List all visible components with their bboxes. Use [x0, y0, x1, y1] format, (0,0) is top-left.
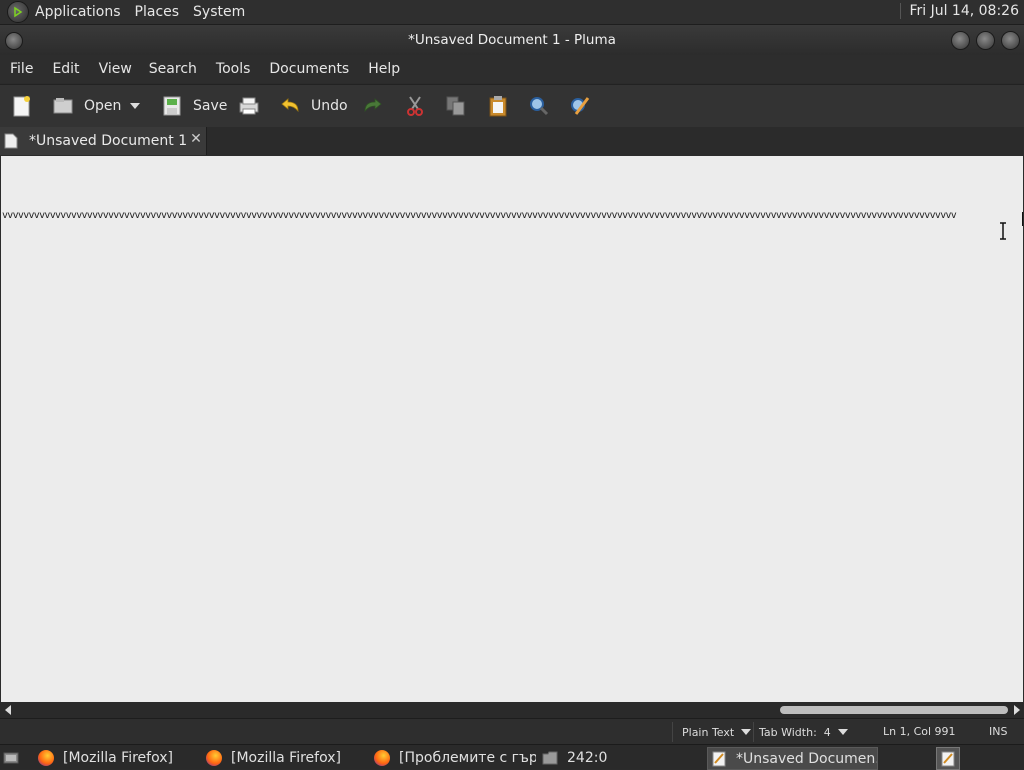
taskbar-item-firefox-1[interactable]: [Mozilla Firefox]: [38, 747, 198, 768]
system-menu[interactable]: System: [193, 4, 245, 20]
firefox-icon: [38, 749, 54, 766]
cut-button[interactable]: [403, 93, 427, 119]
taskbar-item-label: 242:0: [567, 749, 608, 766]
scissors-icon: [407, 96, 423, 116]
separator: [753, 722, 754, 742]
redo-button[interactable]: [361, 93, 385, 119]
copy-button[interactable]: [444, 93, 468, 119]
taskbar-item-firefox-2[interactable]: [Mozilla Firefox]: [206, 747, 368, 768]
window-menu-icon[interactable]: [5, 32, 23, 50]
save-label: Save: [193, 98, 228, 114]
firefox-icon: [206, 749, 222, 766]
print-button[interactable]: [237, 93, 261, 119]
ibeam-cursor-icon: [1000, 222, 1006, 240]
taskbar-item-label: [Mozilla Firefox]: [231, 749, 341, 766]
scroll-right-arrow-icon[interactable]: [1014, 705, 1020, 715]
applications-menu[interactable]: Applications: [35, 4, 121, 20]
tab-width-label: Tab Width: 4: [759, 725, 831, 739]
new-document-icon: [13, 96, 30, 117]
menubar: File Edit View Search Tools Documents He…: [0, 55, 1024, 83]
scroll-left-arrow-icon[interactable]: [5, 705, 11, 715]
replace-button[interactable]: [568, 93, 592, 119]
menu-tools[interactable]: Tools: [216, 61, 251, 77]
copy-icon: [446, 96, 465, 116]
search-icon: [530, 97, 549, 116]
find-replace-icon: [571, 97, 590, 115]
close-tab-icon[interactable]: ✕: [189, 132, 203, 146]
menu-help[interactable]: Help: [368, 61, 400, 77]
language-label: Plain Text: [682, 725, 735, 739]
scrollbar-thumb[interactable]: [780, 706, 1008, 714]
firefox-icon: [374, 749, 390, 766]
undo-icon: [281, 98, 299, 113]
taskbar-item-firefox-3[interactable]: [Проблемите с гър…: [374, 747, 536, 768]
tab-title: *Unsaved Document 1: [29, 133, 188, 149]
undo-label: Undo: [311, 98, 348, 114]
text-caret: [1022, 212, 1023, 226]
undo-button[interactable]: Undo: [278, 93, 348, 119]
save-icon: [163, 96, 181, 116]
chevron-down-icon: [741, 729, 752, 735]
mate-logo-icon[interactable]: [7, 1, 29, 23]
maximize-button[interactable]: [976, 31, 995, 50]
close-window-button[interactable]: [1001, 31, 1020, 50]
printer-icon: [239, 97, 259, 115]
taskbar-item-folder[interactable]: 242:0: [542, 747, 702, 768]
taskbar-item-pluma[interactable]: *Unsaved Documen…: [707, 747, 878, 770]
save-button[interactable]: Save: [160, 93, 227, 119]
new-button[interactable]: [10, 93, 34, 119]
toolbar: Open Save Undo: [0, 84, 1024, 128]
clipboard-icon: [489, 96, 507, 117]
taskbar-item-label: [Mozilla Firefox]: [63, 749, 173, 766]
window-title: *Unsaved Document 1 - Pluma: [408, 32, 616, 48]
text-editor-area[interactable]: vvvvvvvvvvvvvvvvvvvvvvvvvvvvvvvvvvvvvvvv…: [1, 156, 1023, 702]
menu-edit[interactable]: Edit: [52, 61, 79, 77]
search-button[interactable]: [527, 93, 551, 119]
menu-search[interactable]: Search: [149, 61, 197, 77]
show-desktop-button[interactable]: [3, 747, 28, 768]
folder-icon: [542, 751, 558, 764]
open-button[interactable]: Open: [51, 93, 121, 119]
clock[interactable]: Fri Jul 14, 08:26: [900, 3, 1019, 19]
tab-width-selector[interactable]: Tab Width: 4: [759, 722, 848, 742]
separator: [672, 722, 673, 742]
menu-view[interactable]: View: [99, 61, 132, 77]
document-tabbar: *Unsaved Document 1 ✕: [0, 127, 1024, 155]
open-folder-icon: [53, 98, 73, 114]
paste-button[interactable]: [486, 93, 510, 119]
language-selector[interactable]: Plain Text: [682, 722, 752, 742]
taskbar-item-label: *Unsaved Documen…: [736, 750, 878, 767]
text-editor-icon: [941, 751, 955, 766]
statusbar: Plain Text Tab Width: 4 Ln 1, Col 991 IN…: [0, 718, 1024, 745]
horizontal-scrollbar[interactable]: [0, 702, 1024, 718]
open-label: Open: [84, 98, 122, 114]
redo-icon: [364, 98, 382, 113]
insert-mode: INS: [989, 725, 1008, 738]
open-recent-dropdown[interactable]: [130, 93, 140, 119]
menu-file[interactable]: File: [10, 61, 33, 77]
chevron-down-icon: [837, 729, 848, 735]
bottom-taskbar: [Mozilla Firefox] [Mozilla Firefox] [Про…: [0, 744, 1024, 770]
show-desktop-icon: [3, 752, 19, 763]
chevron-down-icon: [130, 103, 140, 109]
top-panel: Applications Places System Fri Jul 14, 0…: [0, 0, 1024, 25]
taskbar-item-label: [Проблемите с гър…: [399, 749, 536, 766]
document-icon: [4, 133, 18, 149]
editor-line-1: vvvvvvvvvvvvvvvvvvvvvvvvvvvvvvvvvvvvvvvv…: [2, 210, 957, 221]
text-editor-icon: [712, 751, 726, 766]
menu-documents[interactable]: Documents: [269, 61, 349, 77]
cursor-position: Ln 1, Col 991: [883, 725, 956, 738]
window-titlebar[interactable]: *Unsaved Document 1 - Pluma: [0, 25, 1024, 55]
workspace-switcher[interactable]: [936, 747, 960, 770]
places-menu[interactable]: Places: [135, 4, 180, 20]
minimize-button[interactable]: [951, 31, 970, 50]
tab-unsaved-document-1[interactable]: *Unsaved Document 1 ✕: [0, 127, 207, 155]
